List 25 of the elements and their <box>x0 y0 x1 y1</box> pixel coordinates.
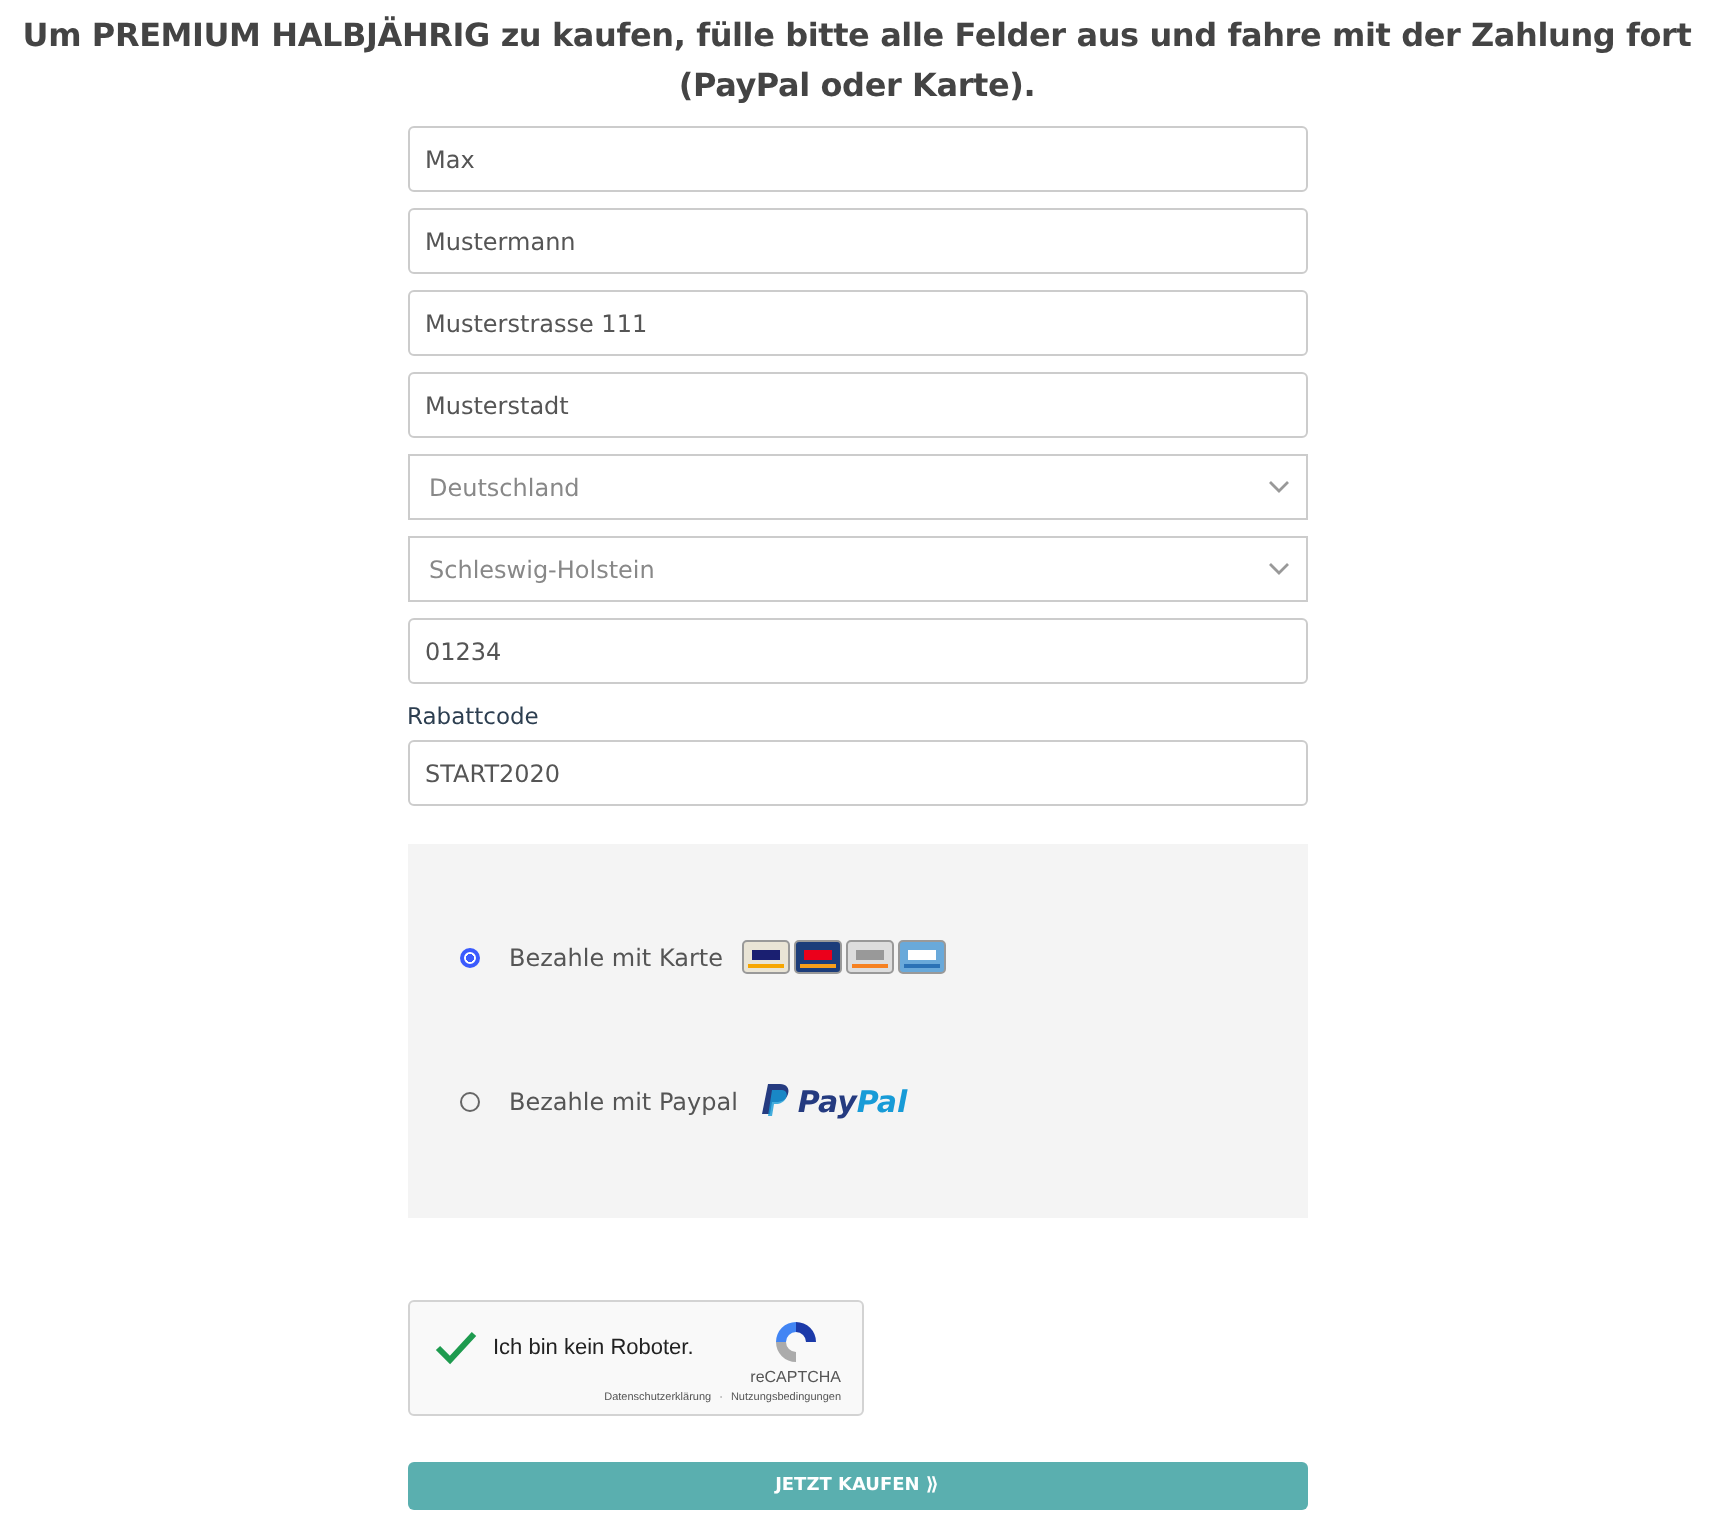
input-field[interactable]: START2020 <box>407 740 1307 807</box>
option-label[interactable]: Bezahle mit Paypal <box>509 1083 738 1120</box>
paypal-logo: PayPal <box>761 1079 908 1124</box>
input-field[interactable]: Mustermann <box>407 208 1307 274</box>
field-label: Rabattcode <box>407 700 541 734</box>
radio-button[interactable] <box>459 947 479 967</box>
captcha-label: Ich bin kein Roboter. <box>493 1334 694 1364</box>
card-logo-icon <box>742 940 791 974</box>
input-field[interactable]: Max <box>407 126 1307 192</box>
page-heading: Um PREMIUM HALBJÄHRIG zu kaufen, fülle bitte alle Felder aus und fahre mit der Zahlung fort (PayPal oder Karte). <box>20 14 1694 108</box>
option-label[interactable]: Bezahle mit Karte <box>509 939 723 975</box>
captcha-brand: reCAPTCHA <box>750 1366 841 1391</box>
recaptcha-logo-icon <box>771 1318 820 1367</box>
input-field[interactable]: Musterstadt <box>407 372 1307 438</box>
card-logo-icon <box>898 940 947 974</box>
input-field[interactable]: 01234 <box>407 618 1307 684</box>
chevron-icon <box>1267 480 1289 494</box>
radio-button[interactable] <box>459 1091 479 1112</box>
card-logo-icon <box>794 940 843 974</box>
chevron-icon <box>1267 562 1289 576</box>
select-field[interactable]: Schleswig-Holstein <box>407 536 1307 602</box>
select-field[interactable]: Deutschland <box>407 454 1307 520</box>
input-field[interactable]: Musterstrasse 111 <box>407 290 1307 356</box>
captcha-checkbox[interactable] <box>433 1330 477 1367</box>
card-logo-icon <box>846 940 895 974</box>
